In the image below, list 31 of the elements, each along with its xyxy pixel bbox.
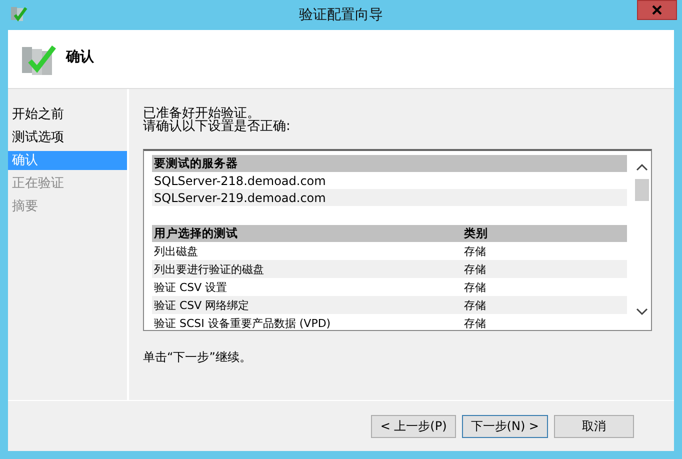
column-header: 用户选择的测试 [154,226,239,241]
sidebar-item[interactable]: 开始之前 [8,105,127,124]
server-name: SQLServer-218.demoad.com [154,174,326,188]
wizard-button[interactable]: < 上一步(P) [371,414,456,438]
server-name: SQLServer-219.demoad.com [154,190,326,204]
scroll-up-icon[interactable] [636,163,648,171]
scroll-thumb[interactable] [635,179,649,201]
table-cell-text: 验证 CSV 设置 [154,280,228,294]
column-header: 类别 [464,226,488,241]
table-cell: 存储 [464,298,486,312]
scroll-down-icon[interactable] [636,308,648,316]
close-icon [652,5,662,15]
wizard-button[interactable]: 取消 [554,414,634,438]
close-button[interactable] [637,0,677,20]
table-cell: 存储 [464,316,486,330]
column-header: 要测试的服务器 [154,156,238,171]
table-cell-text: 列出要进行验证的磁盘 [154,262,265,276]
table-cell: 存储 [464,262,486,276]
wizard-button[interactable]: 下一步(N) > [462,414,548,438]
page-heading: 确认 [66,48,94,66]
server-check-icon [10,5,28,23]
table-cell-text: 验证 SCSI 设备重要产品数据 (VPD) [154,316,332,330]
sidebar-item[interactable]: 测试选项 [8,128,127,147]
intro-text: 请确认以下设置是否正确: [143,120,292,133]
continue-hint: 单击“下一步”继续。 [143,349,252,366]
window-title: 验证配置向导 [299,6,383,24]
intro-text: 已准备好开始验证。 [143,107,260,120]
table-cell-text: 列出磁盘 [154,244,199,258]
table-cell: 存储 [464,244,486,258]
table-cell: 存储 [464,280,486,294]
table-cell-text: 验证 CSV 网络绑定 [154,298,250,312]
